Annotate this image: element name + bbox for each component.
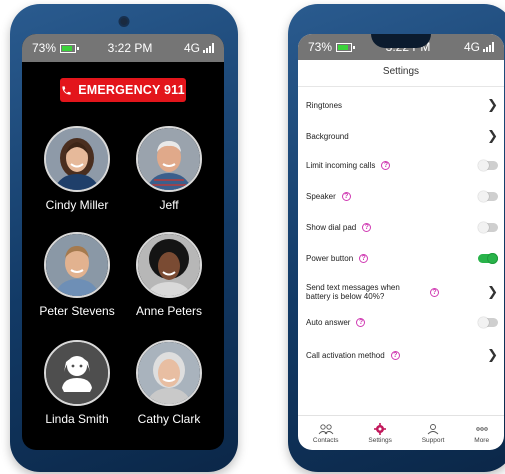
setting-show-dial-pad: Show dial pad? <box>306 222 498 233</box>
tab-settings[interactable]: Settings <box>368 422 392 444</box>
avatar <box>44 340 110 406</box>
avatar <box>136 340 202 406</box>
battery-indicator: 73% <box>308 40 356 54</box>
bottom-tab-bar: Contacts Settings Support More <box>298 415 504 450</box>
page-title: Settings <box>382 66 420 77</box>
auto-answer-toggle[interactable] <box>478 317 498 328</box>
contact-name: Cindy Miller <box>45 198 109 212</box>
network-indicator: 4G <box>184 41 214 55</box>
signal-icon <box>483 42 494 52</box>
help-icon[interactable]: ? <box>359 254 369 263</box>
help-icon[interactable]: ? <box>356 318 366 327</box>
battery-indicator: 73% <box>32 41 80 55</box>
tab-contacts[interactable]: Contacts <box>313 423 339 444</box>
chevron-right-icon: ❯ <box>487 284 498 299</box>
contact-name: Cathy Clark <box>137 412 201 426</box>
setting-ringtones[interactable]: Ringtones ❯ <box>306 97 498 113</box>
power-button-toggle[interactable] <box>478 253 498 264</box>
help-icon[interactable]: ? <box>381 161 391 170</box>
contact-linda-smith[interactable]: Linda Smith <box>29 340 125 426</box>
divider <box>298 86 504 87</box>
notch <box>371 34 431 48</box>
contact-name: Jeff <box>159 198 179 212</box>
show-dial-pad-toggle[interactable] <box>478 222 498 233</box>
avatar <box>136 126 202 192</box>
contact-cindy-miller[interactable]: Cindy Miller <box>29 126 125 212</box>
gear-icon <box>374 422 387 435</box>
contacts-icon <box>318 423 334 434</box>
help-icon[interactable]: ? <box>362 223 372 232</box>
settings-screen: 73% 3:22 PM 4G Settings Ringtones ❯ Back… <box>298 34 504 450</box>
home-screen: 73% 3:22 PM 4G EMERGENCY 911 Cindy Mille… <box>22 34 224 450</box>
contact-jeff[interactable]: Jeff <box>121 126 217 212</box>
setting-speaker: Speaker? <box>306 191 498 202</box>
help-icon[interactable]: ? <box>341 192 351 201</box>
status-bar: 73% 3:22 PM 4G <box>22 34 224 62</box>
avatar <box>136 232 202 298</box>
chevron-right-icon: ❯ <box>487 128 498 143</box>
contact-peter-stevens[interactable]: Peter Stevens <box>29 232 125 318</box>
help-icon[interactable]: ? <box>430 287 439 297</box>
tab-support[interactable]: Support <box>422 423 444 444</box>
avatar <box>44 126 110 192</box>
setting-auto-answer: Auto answer? <box>306 317 498 328</box>
speaker-toggle[interactable] <box>478 191 498 202</box>
avatar <box>44 232 110 298</box>
chevron-right-icon: ❯ <box>487 347 498 362</box>
emergency-call-button[interactable]: EMERGENCY 911 <box>60 78 186 102</box>
network-indicator: 4G <box>464 40 494 54</box>
limit-incoming-calls-toggle[interactable] <box>478 160 498 171</box>
setting-limit-incoming-calls: Limit incoming calls? <box>306 160 498 171</box>
setting-call-activation-method[interactable]: Call activation method? ❯ <box>306 347 498 363</box>
chevron-right-icon: ❯ <box>487 97 498 112</box>
signal-icon <box>203 43 214 53</box>
setting-background[interactable]: Background ❯ <box>306 128 498 144</box>
setting-power-button: Power button? <box>306 253 498 264</box>
setting-send-text-low-battery[interactable]: Send text messages when battery is below… <box>306 283 498 301</box>
placeholder-person-icon <box>46 342 108 404</box>
contact-name: Anne Peters <box>135 304 203 318</box>
tab-more[interactable]: More <box>474 423 489 444</box>
front-camera <box>120 18 128 25</box>
help-icon[interactable]: ? <box>390 350 400 360</box>
phone-home: 73% 3:22 PM 4G EMERGENCY 911 Cindy Mille… <box>10 4 238 472</box>
phone-settings: 73% 3:22 PM 4G Settings Ringtones ❯ Back… <box>288 4 505 472</box>
contact-cathy-clark[interactable]: Cathy Clark <box>121 340 217 426</box>
contact-name: Linda Smith <box>45 412 109 426</box>
status-time: 3:22 PM <box>107 41 153 55</box>
contact-name: Peter Stevens <box>39 304 115 318</box>
phone-icon <box>62 85 71 95</box>
battery-icon <box>60 43 80 53</box>
contact-anne-peters[interactable]: Anne Peters <box>121 232 217 318</box>
more-icon <box>475 426 488 431</box>
support-icon <box>427 423 439 434</box>
battery-icon <box>336 42 356 52</box>
